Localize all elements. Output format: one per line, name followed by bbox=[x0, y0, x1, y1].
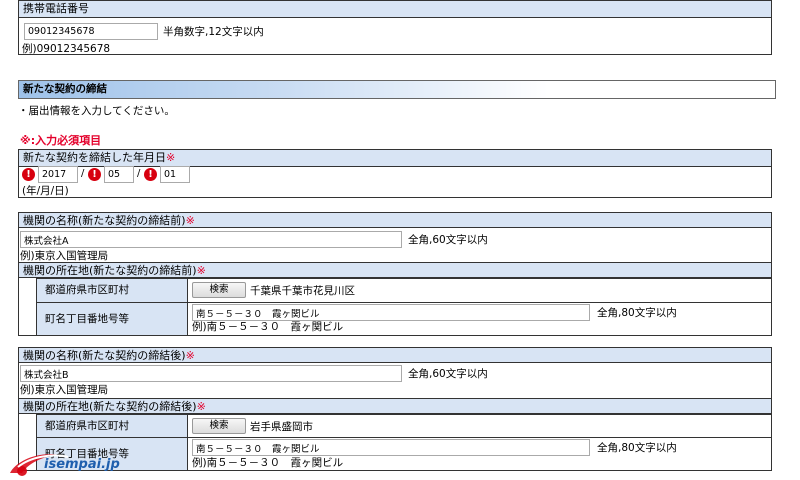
org-after-name-label-text: 機関の名称(新たな契約の締結後) bbox=[23, 349, 186, 362]
phone-example: 例)09012345678 bbox=[22, 43, 111, 55]
year-input[interactable] bbox=[38, 166, 78, 183]
date-separator: / bbox=[81, 168, 85, 179]
org-before-street-label: 町名丁目番地号等 bbox=[36, 302, 188, 336]
org-after-name-input[interactable] bbox=[20, 365, 402, 382]
org-after-street-input[interactable] bbox=[192, 439, 590, 456]
month-input[interactable] bbox=[104, 166, 134, 183]
org-before-street-hint: 全角,80文字以内 bbox=[597, 307, 677, 319]
required-mark: ※ bbox=[196, 400, 206, 413]
org-before-street-example: 例)南５－５－３０ 霞ヶ関ビル bbox=[192, 321, 344, 333]
required-mark: ※ bbox=[185, 349, 195, 362]
error-icon: ! bbox=[88, 168, 101, 181]
date-required-mark: ※ bbox=[166, 151, 176, 164]
date-label-text: 新たな契約を締結した年月日 bbox=[23, 151, 166, 164]
search-button[interactable]: 検索 bbox=[192, 418, 246, 434]
required-note: ※:入力必須項目 bbox=[20, 134, 102, 147]
org-before-addr-label: 機関の所在地(新たな契約の締結前)※ bbox=[18, 262, 772, 278]
date-label: 新たな契約を締結した年月日※ bbox=[19, 150, 771, 167]
org-before-addr-label-text: 機関の所在地(新たな契約の締結前) bbox=[23, 264, 197, 277]
org-before-name-input[interactable] bbox=[20, 231, 402, 248]
search-button[interactable]: 検索 bbox=[192, 282, 246, 298]
date-separator: / bbox=[137, 168, 141, 179]
error-icon: ! bbox=[144, 168, 157, 181]
org-after-name-example: 例)東京入国管理局 bbox=[20, 384, 109, 396]
org-before-name-label-text: 機関の名称(新たな契約の締結前) bbox=[23, 214, 186, 227]
org-after-name-hint: 全角,60文字以内 bbox=[408, 368, 488, 380]
error-icon: ! bbox=[22, 168, 35, 181]
org-after-pref-value: 岩手県盛岡市 bbox=[250, 421, 313, 433]
org-before-pref-value: 千葉県千葉市花見川区 bbox=[250, 285, 355, 297]
phone-hint: 半角数字,12文字以内 bbox=[163, 26, 264, 38]
org-before-pref-label: 都道府県市区町村 bbox=[36, 278, 188, 303]
org-after-addr-label-text: 機関の所在地(新たな契約の締結後) bbox=[23, 400, 197, 413]
org-after-street-hint: 全角,80文字以内 bbox=[597, 442, 677, 454]
day-input[interactable] bbox=[160, 166, 190, 183]
required-mark: ※ bbox=[185, 214, 195, 227]
date-format: (年/月/日) bbox=[22, 185, 69, 197]
org-after-street-example: 例)南５－５－３０ 霞ヶ関ビル bbox=[192, 457, 344, 469]
org-before-name-hint: 全角,60文字以内 bbox=[408, 234, 488, 246]
watermark-text: isempai.jp bbox=[44, 457, 120, 472]
section-title: 新たな契約の締結 bbox=[18, 80, 776, 99]
required-mark: ※ bbox=[196, 264, 206, 277]
watermark-logo: isempai.jp bbox=[8, 443, 120, 477]
org-after-name-label: 機関の名称(新たな契約の締結後)※ bbox=[18, 347, 772, 363]
org-after-pref-label: 都道府県市区町村 bbox=[36, 414, 188, 438]
org-before-name-example: 例)東京入国管理局 bbox=[20, 250, 109, 262]
phone-input[interactable] bbox=[24, 23, 158, 40]
section-instruction: ・届出情報を入力してください。 bbox=[18, 105, 175, 117]
org-after-addr-label: 機関の所在地(新たな契約の締結後)※ bbox=[18, 398, 772, 414]
org-before-name-label: 機関の名称(新たな契約の締結前)※ bbox=[18, 212, 772, 228]
phone-top-divider bbox=[18, 0, 772, 5]
